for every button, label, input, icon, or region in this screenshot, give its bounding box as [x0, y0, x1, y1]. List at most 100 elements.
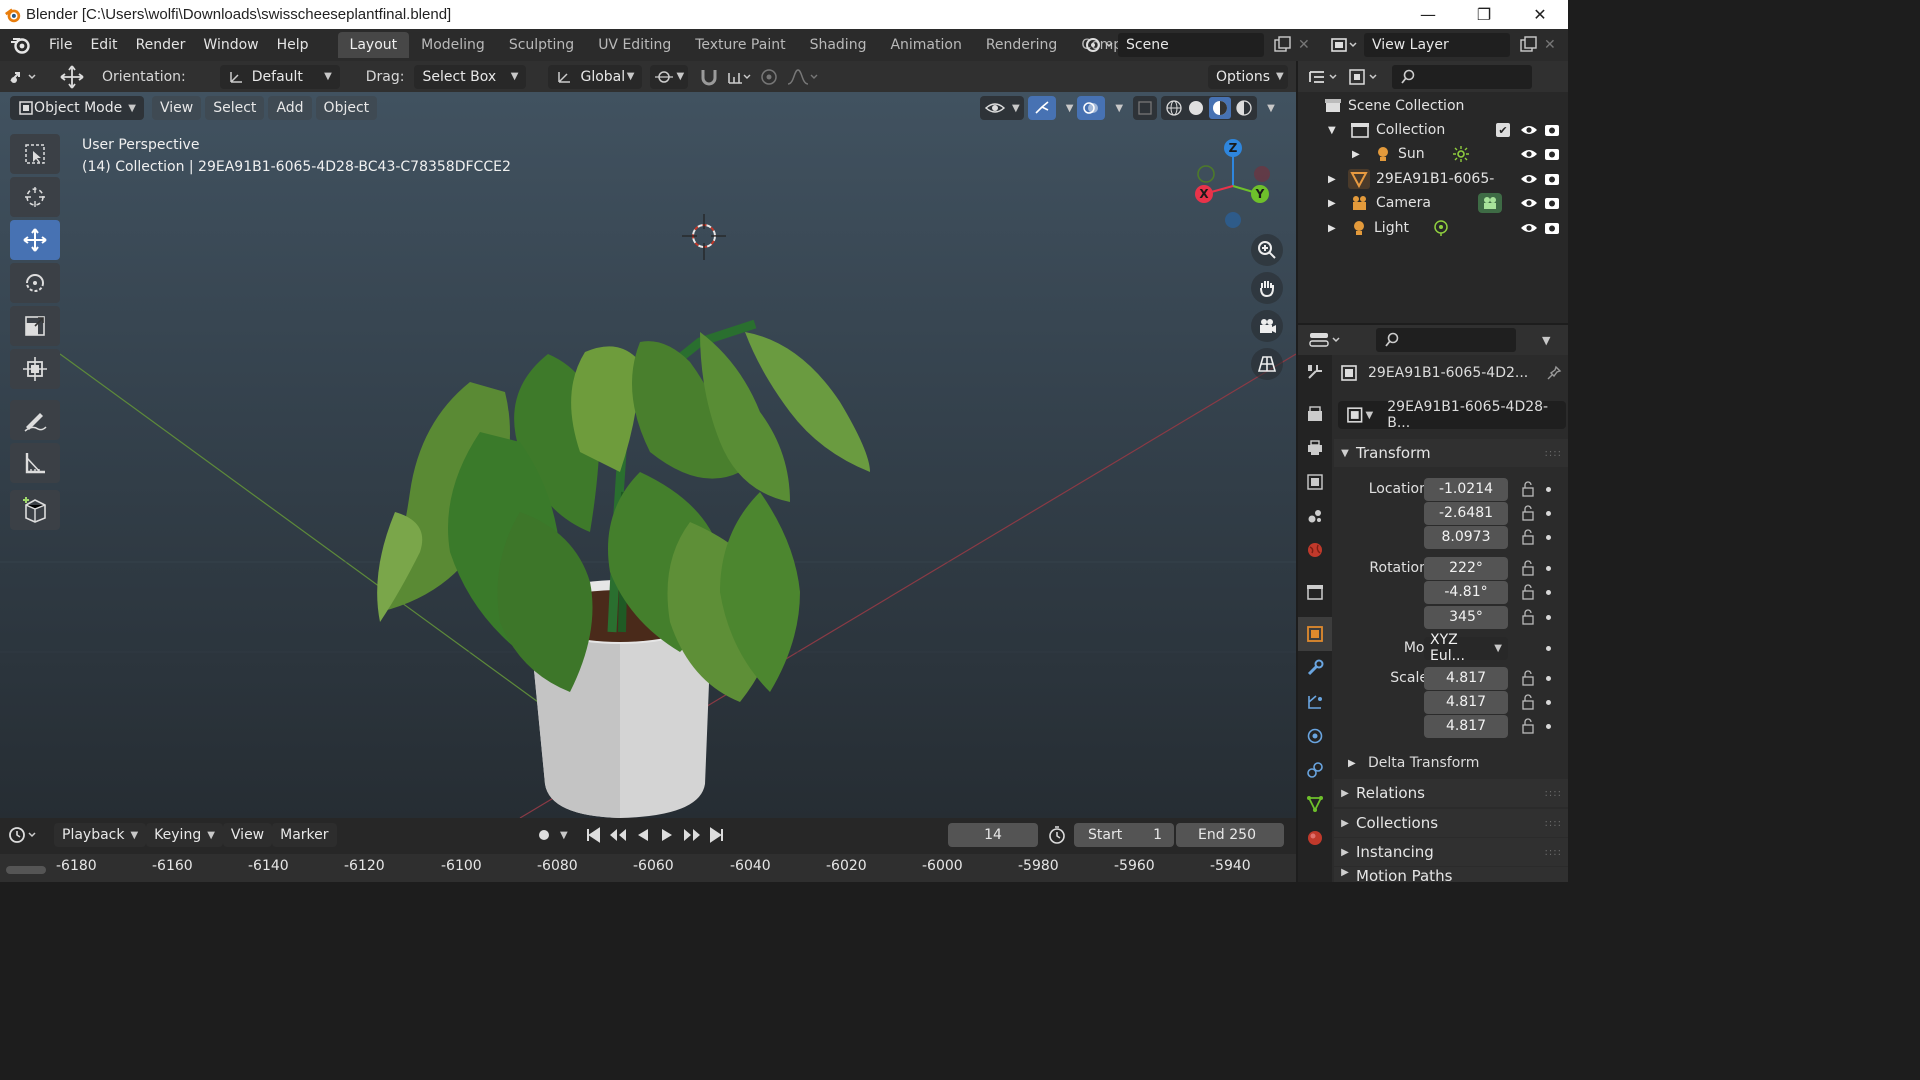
view-layer-name-field[interactable]: View Layer	[1364, 33, 1510, 57]
editor-type-icon[interactable]	[0, 67, 48, 87]
properties-editor-icon[interactable]	[1308, 330, 1348, 350]
falloff-icon[interactable]	[786, 67, 820, 87]
viewport-menu-view[interactable]: View	[152, 96, 202, 120]
orientation-dropdown[interactable]: Default ▼	[219, 64, 340, 89]
overlays-toggle[interactable]	[1077, 96, 1106, 120]
outliner-item-light[interactable]: ▶ Light	[1328, 216, 1568, 240]
tab-shading[interactable]: Shading	[798, 32, 879, 58]
outliner-item-collection[interactable]: ▼ Collection ✔	[1328, 118, 1568, 142]
object-datablock-field[interactable]: ▼ 29EA91B1-6065-4D28-B...	[1338, 399, 1566, 431]
minimize-button[interactable]: —	[1400, 0, 1456, 29]
keyframe-dot-icon[interactable]	[1546, 565, 1551, 571]
keyframe-dot-icon[interactable]	[1546, 486, 1551, 492]
marker-menu[interactable]: Marker	[272, 823, 337, 847]
keyframe-dot-icon[interactable]	[1546, 614, 1551, 620]
render-camera-icon[interactable]	[1544, 196, 1560, 210]
relations-section-header[interactable]: ▶ Relations ::::	[1334, 779, 1568, 807]
viewport-menu-select[interactable]: Select	[205, 96, 265, 120]
transform-section-header[interactable]: ▼ Transform ::::	[1334, 439, 1568, 467]
keying-menu[interactable]: Keying ▼	[146, 823, 223, 847]
unlock-icon[interactable]	[1520, 694, 1536, 710]
outliner-item-sun[interactable]: ▶ Sun	[1352, 142, 1568, 166]
unlock-icon[interactable]	[1520, 718, 1536, 734]
remove-scene-icon[interactable]: ✕	[1298, 37, 1310, 53]
move-tool[interactable]	[10, 220, 60, 260]
pivot-point-dropdown[interactable]: ▼	[650, 64, 689, 89]
scene-name-field[interactable]: Scene	[1118, 33, 1264, 57]
measure-tool[interactable]	[10, 443, 60, 483]
keyframe-dot-icon[interactable]	[1546, 510, 1551, 516]
pan-button[interactable]	[1251, 272, 1283, 304]
outliner-editor-icon[interactable]	[1306, 67, 1346, 87]
menu-help[interactable]: Help	[268, 29, 318, 61]
unlock-icon[interactable]	[1520, 670, 1536, 686]
rotation-mode-dropdown[interactable]: XYZ Eul... ▼	[1424, 632, 1508, 664]
current-frame-field[interactable]: 14	[948, 823, 1038, 847]
keyframe-dot-icon[interactable]	[1546, 699, 1551, 705]
blender-menu-icon[interactable]	[0, 29, 40, 61]
chevron-down-icon[interactable]: ▼	[1542, 334, 1550, 347]
transform-orientation-dropdown[interactable]: Global ▼	[548, 64, 643, 89]
menu-file[interactable]: File	[40, 29, 81, 61]
object-mode-dropdown[interactable]: Object Mode ▼	[10, 96, 144, 120]
view-layer-icon[interactable]	[1326, 35, 1360, 55]
drag-grip-icon[interactable]: ::::	[1545, 788, 1562, 799]
rotation-x-field[interactable]: 222°	[1424, 556, 1508, 580]
tab-output[interactable]	[1298, 431, 1332, 465]
tab-view-layer[interactable]	[1298, 465, 1332, 499]
tab-material[interactable]	[1298, 821, 1332, 855]
play-icon[interactable]	[658, 826, 676, 844]
tab-modifiers[interactable]	[1298, 651, 1332, 685]
tab-tool[interactable]	[1298, 355, 1332, 389]
menu-render[interactable]: Render	[127, 29, 195, 61]
motion-paths-section-header[interactable]: ▶ Motion Paths	[1334, 867, 1568, 882]
keyframe-dot-icon[interactable]	[1546, 534, 1551, 540]
snap-increment-icon[interactable]	[726, 67, 752, 87]
maximize-button[interactable]: ❐	[1456, 0, 1512, 29]
monstera-plant-model[interactable]	[377, 319, 870, 818]
tab-collection[interactable]	[1298, 575, 1332, 609]
next-keyframe-icon[interactable]	[682, 826, 702, 844]
chevron-down-icon[interactable]: ▼	[1115, 103, 1123, 114]
expand-arrow-icon[interactable]: ▼	[1328, 125, 1342, 136]
playback-menu[interactable]: Playback ▼	[54, 823, 147, 847]
location-x-field[interactable]: -1.0214	[1424, 477, 1508, 501]
unlock-icon[interactable]	[1520, 481, 1536, 497]
start-frame-field[interactable]: Start 1	[1074, 823, 1174, 847]
pin-icon[interactable]	[1546, 365, 1562, 381]
render-camera-icon[interactable]	[1544, 221, 1560, 235]
snap-magnet-icon[interactable]	[698, 67, 720, 87]
tab-sculpting[interactable]: Sculpting	[497, 32, 586, 58]
tab-object[interactable]	[1298, 617, 1332, 651]
camera-view-button[interactable]	[1251, 310, 1283, 342]
zoom-button[interactable]	[1251, 234, 1283, 266]
annotate-tool[interactable]	[10, 400, 60, 440]
instancing-section-header[interactable]: ▶ Instancing ::::	[1334, 838, 1568, 866]
outliner-item-mesh[interactable]: ▶ 29EA91B1-6065-	[1328, 167, 1568, 191]
rendered-shading-icon[interactable]	[1235, 99, 1253, 117]
new-scene-icon[interactable]	[1270, 35, 1296, 55]
rotation-z-field[interactable]: 345°	[1424, 605, 1508, 629]
keyframe-dot-icon[interactable]	[1546, 589, 1551, 595]
solid-shading-icon[interactable]	[1187, 99, 1205, 117]
timeline-scrollbar[interactable]	[6, 866, 46, 874]
wireframe-shading-icon[interactable]	[1165, 99, 1183, 117]
unlock-icon[interactable]	[1520, 560, 1536, 576]
eye-icon[interactable]	[1520, 196, 1538, 210]
tab-physics[interactable]	[1298, 719, 1332, 753]
location-z-field[interactable]: 8.0973	[1424, 525, 1508, 549]
unlock-icon[interactable]	[1520, 529, 1536, 545]
navigation-gizmo[interactable]: Z Y X	[1184, 136, 1284, 246]
drag-dropdown[interactable]: Select Box ▼	[414, 64, 527, 89]
cursor-tool[interactable]	[10, 177, 60, 217]
timeline-view-menu[interactable]: View	[222, 823, 273, 847]
render-camera-icon[interactable]	[1544, 123, 1560, 137]
properties-search-input[interactable]	[1376, 328, 1516, 352]
drag-grip-icon[interactable]: ::::	[1545, 847, 1562, 858]
perspective-toggle-button[interactable]	[1251, 348, 1283, 380]
scale-z-field[interactable]: 4.817	[1424, 714, 1508, 738]
unlock-icon[interactable]	[1520, 609, 1536, 625]
scale-x-field[interactable]: 4.817	[1424, 666, 1508, 690]
timeline-editor-type[interactable]	[0, 825, 48, 845]
tab-particles[interactable]	[1298, 685, 1332, 719]
